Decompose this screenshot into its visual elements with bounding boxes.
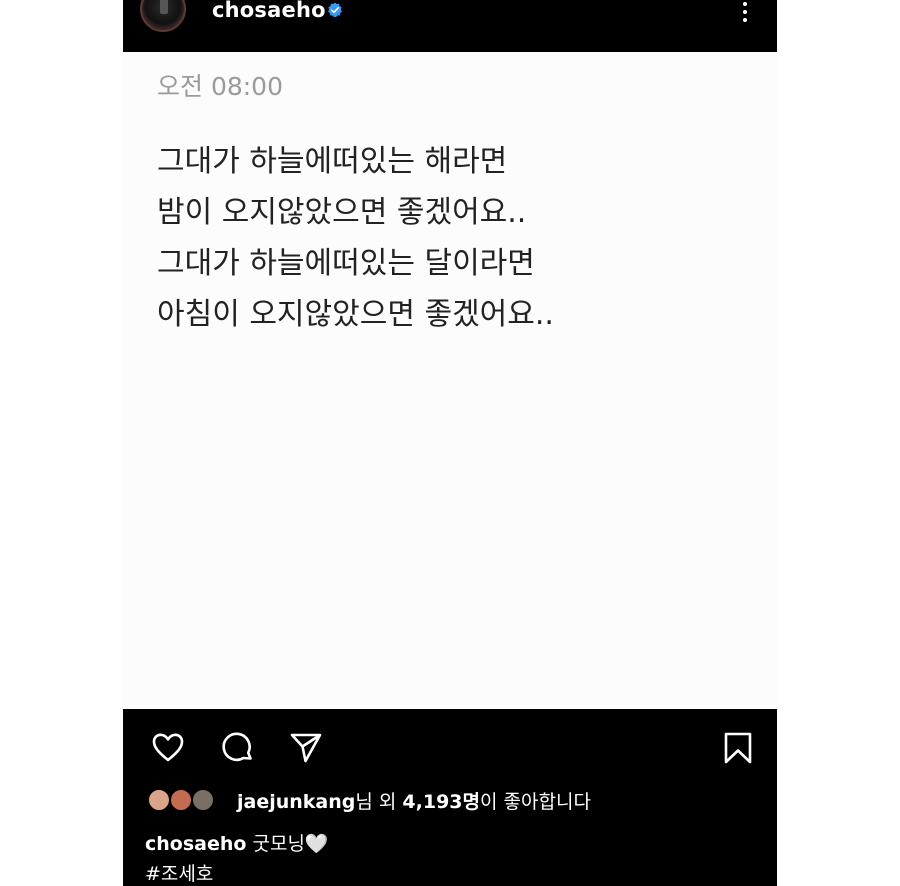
comment-icon[interactable] [221, 731, 255, 765]
likes-text[interactable]: jaejunkang님 외 4,193명이 좋아합니다 [237, 787, 591, 814]
action-bar [123, 709, 777, 779]
hashtag-link[interactable]: #조세호 [145, 859, 213, 886]
send-icon[interactable] [289, 731, 323, 765]
caption-text: 굿모닝🤍 [246, 833, 329, 855]
likes-row: jaejunkang님 외 4,193명이 좋아합니다 [145, 786, 745, 816]
heart-icon[interactable] [151, 731, 185, 765]
likes-user[interactable]: jaejunkang [237, 791, 355, 813]
likes-count[interactable]: 4,193명 [402, 791, 480, 813]
liker-avatar [147, 788, 171, 812]
caption-username[interactable]: chosaeho [145, 833, 246, 855]
post-header: chosaeho [123, 0, 777, 52]
avatar-figure [160, 0, 168, 14]
verified-badge-icon [328, 2, 342, 18]
more-vertical-icon[interactable] [735, 0, 755, 26]
post-line: 그대가 하늘에떠있는 해라면 [157, 144, 508, 179]
bookmark-icon[interactable] [721, 731, 755, 765]
post-text: 그대가 하늘에떠있는 해라면 밤이 오지않았으면 좋겠어요.. 그대가 하늘에떠… [157, 136, 554, 340]
likes-suffix: 님 외 [355, 791, 403, 813]
header-username[interactable]: chosaeho [212, 0, 326, 22]
caption: chosaeho 굿모닝🤍 [145, 829, 329, 856]
likes-suffix-end: 이 좋아합니다 [480, 791, 591, 813]
profile-avatar[interactable] [140, 0, 186, 32]
instagram-post-screen: chosaeho 오전 08:00 그대가 하늘에떠있는 해라면 밤이 오지않았… [123, 0, 777, 886]
liker-avatar [191, 788, 215, 812]
post-line: 아침이 오지않았으면 좋겠어요.. [157, 297, 554, 332]
post-image[interactable]: 오전 08:00 그대가 하늘에떠있는 해라면 밤이 오지않았으면 좋겠어요..… [123, 52, 777, 709]
post-time: 오전 08:00 [157, 72, 283, 101]
liker-avatar [169, 788, 193, 812]
post-line: 그대가 하늘에떠있는 달이라면 [157, 246, 535, 281]
post-line: 밤이 오지않았으면 좋겠어요.. [157, 195, 527, 230]
